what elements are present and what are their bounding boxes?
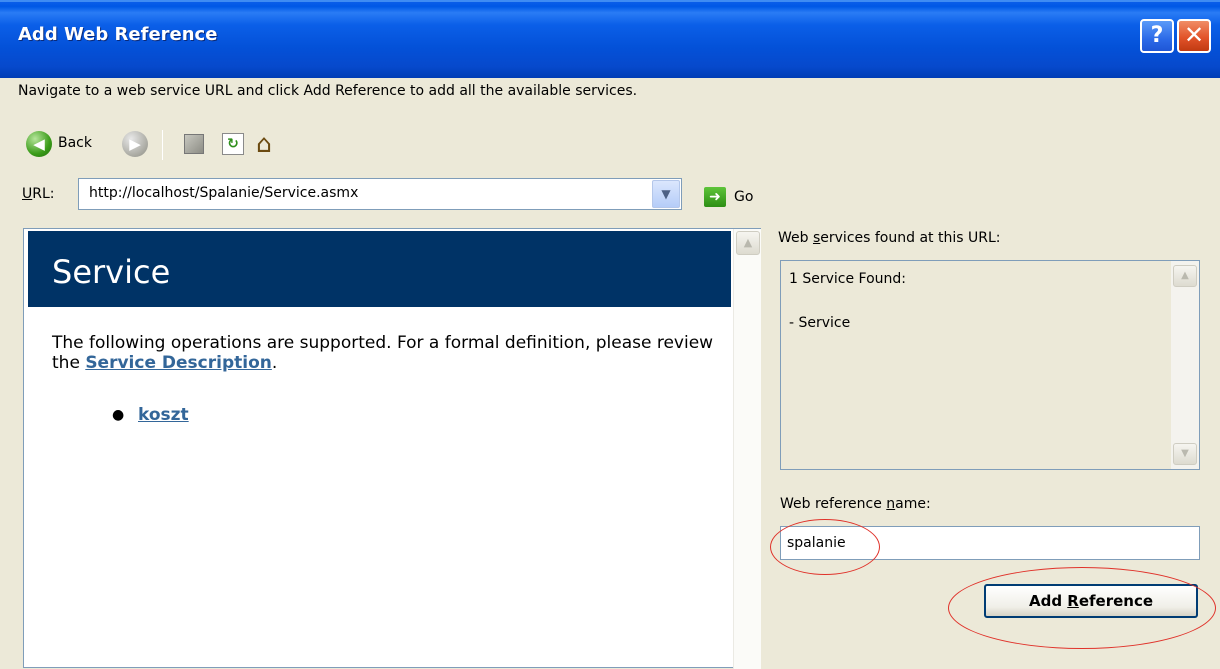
service-title: Service	[52, 253, 171, 291]
service-description-link[interactable]: Service Description	[85, 353, 272, 373]
chevron-down-icon[interactable]: ▼	[652, 180, 680, 208]
operation-link[interactable]: koszt	[138, 405, 189, 425]
home-icon[interactable]: ⌂	[256, 130, 272, 158]
scroll-down-icon[interactable]: ▼	[1173, 443, 1197, 465]
bullet-icon: ●	[112, 407, 125, 423]
help-button[interactable]: ?	[1140, 19, 1174, 53]
forward-arrow-icon[interactable]: ▶	[122, 131, 148, 157]
found-services-list[interactable]: 1 Service Found: - Service ▲ ▼	[780, 260, 1200, 470]
back-arrow-icon[interactable]: ◀	[26, 131, 52, 157]
found-services-label: Web services found at this URL:	[778, 230, 1001, 246]
url-label: URL:	[22, 186, 55, 202]
service-header: Service	[28, 231, 731, 307]
list-item: - Service	[789, 315, 851, 331]
title-bar: Add Web Reference ? ✕	[0, 0, 1220, 78]
annotation-circle-button	[948, 567, 1216, 649]
found-count-text: 1 Service Found:	[789, 271, 907, 287]
service-description-text: The following operations are supported. …	[52, 333, 714, 373]
reference-name-label: Web reference name:	[780, 496, 931, 512]
window-title: Add Web Reference	[18, 24, 218, 45]
found-list-scrollbar[interactable]: ▲ ▼	[1171, 261, 1199, 469]
close-button[interactable]: ✕	[1177, 19, 1211, 53]
annotation-circle-name	[770, 519, 880, 575]
go-button-label[interactable]: Go	[734, 189, 753, 205]
scroll-up-icon[interactable]: ▲	[736, 231, 760, 255]
url-combobox[interactable]: http://localhost/Spalanie/Service.asmx ▼	[78, 178, 682, 210]
toolbar-separator	[162, 130, 163, 160]
instruction-text: Navigate to a web service URL and click …	[18, 83, 638, 99]
go-arrow-icon[interactable]: ➜	[704, 187, 726, 207]
refresh-icon[interactable]: ↻	[222, 133, 244, 155]
browser-scrollbar[interactable]: ▲	[733, 229, 761, 669]
back-button-label[interactable]: Back	[58, 135, 92, 151]
url-value[interactable]: http://localhost/Spalanie/Service.asmx	[89, 185, 358, 201]
web-browser-pane: Service The following operations are sup…	[23, 228, 761, 669]
scroll-up-icon[interactable]: ▲	[1173, 265, 1197, 287]
stop-icon[interactable]	[184, 134, 204, 154]
